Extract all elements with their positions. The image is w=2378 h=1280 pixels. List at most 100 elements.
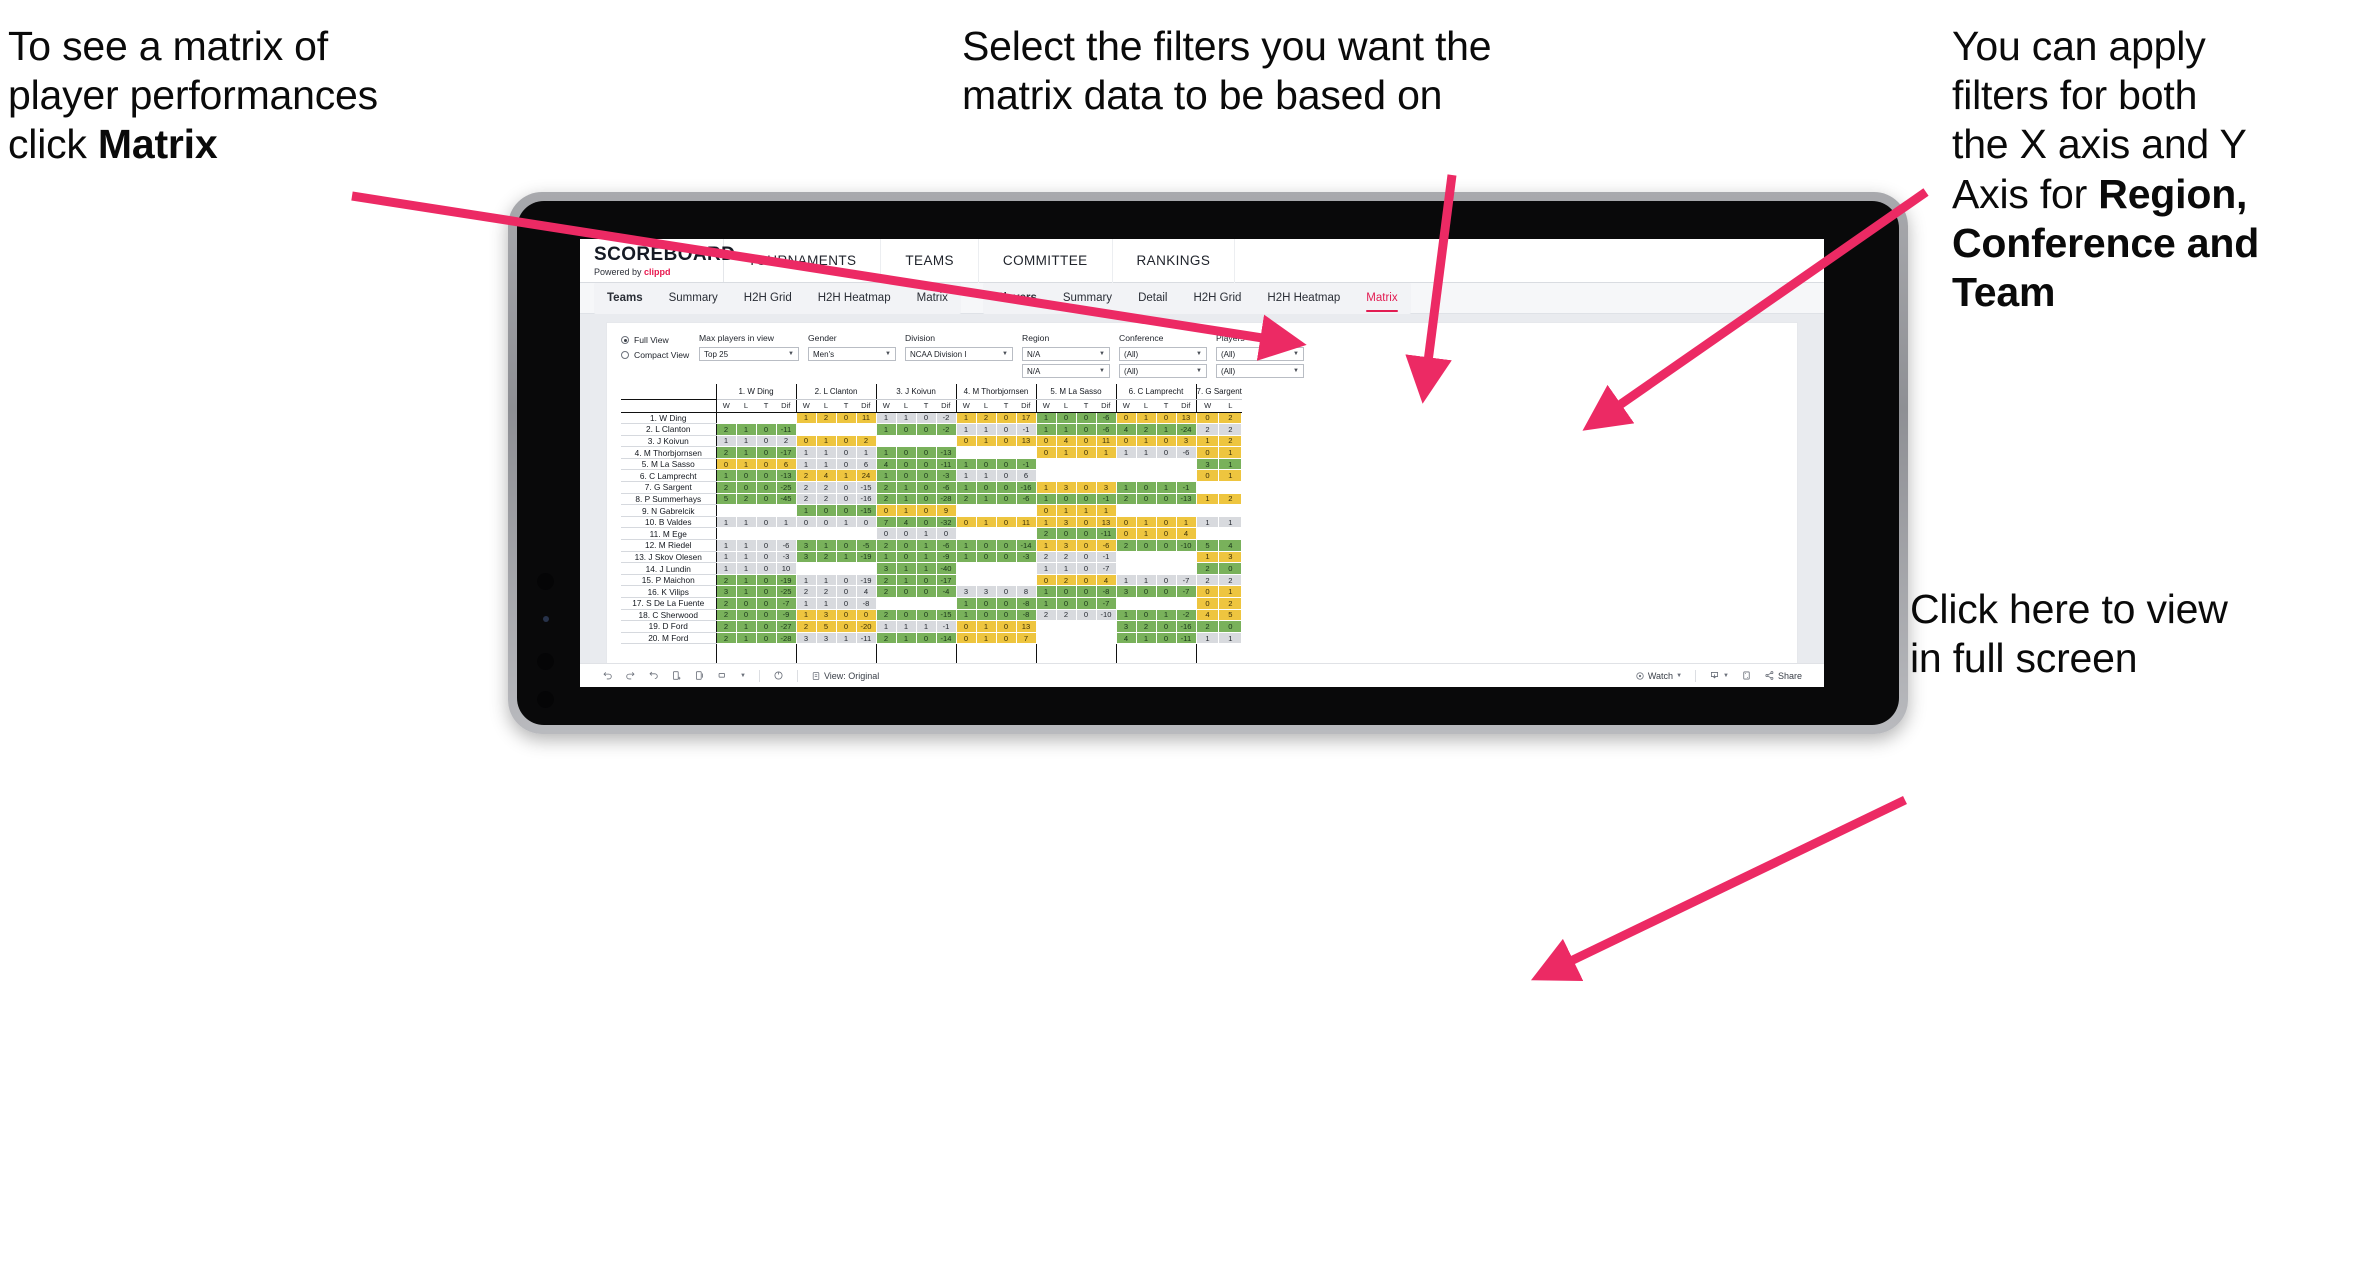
matrix-cell[interactable] (1115, 562, 1137, 575)
matrix-cell[interactable]: -7 (1095, 562, 1117, 575)
nav-teams[interactable]: TEAMS (881, 239, 979, 283)
matrix-cell[interactable] (1175, 562, 1197, 575)
matrix-cell[interactable]: 0 (995, 539, 1017, 552)
matrix-cell[interactable]: 1 (715, 515, 737, 529)
matrix-cell[interactable]: 0 (1035, 504, 1057, 517)
matrix-cell[interactable]: 0 (1155, 446, 1177, 459)
matrix-cell[interactable] (835, 527, 857, 541)
matrix-cell[interactable]: 1 (895, 481, 917, 494)
matrix-cell[interactable]: 0 (895, 423, 917, 436)
matrix-cell[interactable]: 1 (975, 631, 997, 645)
matrix-cell[interactable]: -14 (1015, 539, 1037, 552)
matrix-cell[interactable]: 1 (1155, 423, 1177, 436)
matrix-cell[interactable]: 0 (835, 504, 857, 517)
matrix-cell[interactable]: 1 (715, 550, 737, 564)
matrix-cell[interactable]: 0 (755, 423, 777, 436)
matrix-cell[interactable]: 11 (1095, 434, 1117, 448)
matrix-cell[interactable] (1175, 469, 1197, 483)
matrix-cell[interactable]: 1 (795, 597, 817, 610)
matrix-cell[interactable]: 0 (1075, 446, 1097, 459)
matrix-cell[interactable]: 1 (795, 457, 817, 471)
matrix-cell[interactable] (835, 562, 857, 575)
matrix-cell[interactable]: 1 (1135, 631, 1157, 645)
matrix-cell[interactable]: 1 (955, 411, 977, 425)
matrix-cell[interactable]: 0 (855, 608, 877, 622)
matrix-cell[interactable] (1075, 631, 1097, 645)
matrix-cell[interactable] (855, 527, 877, 541)
matrix-cell[interactable]: -11 (855, 631, 877, 645)
matrix-cell[interactable] (1035, 631, 1057, 645)
matrix-cell[interactable]: 0 (955, 515, 977, 529)
matrix-cell[interactable]: -5 (855, 539, 877, 552)
matrix-cell[interactable]: 0 (975, 539, 997, 552)
matrix-cell[interactable] (895, 434, 917, 448)
matrix-cell[interactable]: 17 (1015, 411, 1037, 425)
matrix-cell[interactable] (995, 573, 1017, 587)
matrix-cell[interactable]: 2 (1135, 620, 1157, 633)
matrix-cell[interactable]: 2 (795, 481, 817, 494)
matrix-cell[interactable]: 1 (735, 423, 757, 436)
matrix-cell[interactable]: 0 (1075, 597, 1097, 610)
matrix-cell[interactable]: 0 (1155, 620, 1177, 633)
matrix-cell[interactable]: 0 (995, 411, 1017, 425)
matrix-cell[interactable]: 4 (875, 457, 897, 471)
matrix-cell[interactable]: 0 (1135, 539, 1157, 552)
matrix-cell[interactable] (1035, 457, 1057, 471)
matrix-cell[interactable]: -24 (1175, 423, 1197, 436)
matrix-cell[interactable]: 0 (1075, 527, 1097, 541)
matrix-cell[interactable]: 1 (1035, 492, 1057, 506)
matrix-cell[interactable] (995, 527, 1017, 541)
matrix-cell[interactable] (975, 527, 997, 541)
matrix-cell[interactable]: 4 (1195, 608, 1220, 622)
matrix-cell[interactable]: 2 (1218, 434, 1243, 448)
tab-teams-h2h-grid[interactable]: H2H Grid (731, 283, 805, 314)
matrix-cell[interactable]: -11 (775, 423, 797, 436)
matrix-cell[interactable]: 0 (1218, 620, 1243, 633)
matrix-cell[interactable]: -6 (775, 539, 797, 552)
filter-conference-x-select[interactable]: (All) ▼ (1119, 347, 1207, 361)
matrix-cell[interactable]: 1 (1055, 423, 1077, 436)
matrix-cell[interactable] (955, 504, 977, 517)
matrix-cell[interactable] (935, 434, 957, 448)
matrix-cell[interactable] (715, 527, 737, 541)
matrix-cell[interactable]: 4 (1055, 434, 1077, 448)
matrix-cell[interactable]: 2 (795, 469, 817, 483)
matrix-cell[interactable]: -9 (775, 608, 797, 622)
matrix-cell[interactable]: 0 (995, 620, 1017, 633)
matrix-cell[interactable]: 1 (975, 423, 997, 436)
matrix-cell[interactable]: 2 (1195, 562, 1220, 575)
matrix-cell[interactable]: 2 (1055, 608, 1077, 622)
matrix-cell[interactable]: 2 (715, 597, 737, 610)
matrix-cell[interactable]: 1 (795, 608, 817, 622)
matrix-cell[interactable]: 4 (1115, 631, 1137, 645)
matrix-cell[interactable]: -13 (935, 446, 957, 459)
matrix-cell[interactable]: 1 (795, 411, 817, 425)
matrix-cell[interactable]: 1 (1055, 562, 1077, 575)
matrix-cell[interactable]: 0 (815, 504, 837, 517)
matrix-cell[interactable]: 0 (735, 608, 757, 622)
matrix-cell[interactable] (1195, 527, 1220, 541)
matrix-cell[interactable]: 1 (1035, 539, 1057, 552)
matrix-cell[interactable]: 2 (795, 620, 817, 633)
matrix-cell[interactable] (735, 411, 757, 425)
matrix-cell[interactable] (875, 434, 897, 448)
matrix-cell[interactable]: 0 (895, 457, 917, 471)
matrix-cell[interactable]: 1 (1035, 423, 1057, 436)
matrix-cell[interactable]: 0 (915, 504, 937, 517)
matrix-cell[interactable]: 0 (995, 469, 1017, 483)
matrix-cell[interactable] (1075, 469, 1097, 483)
matrix-cell[interactable]: -15 (855, 481, 877, 494)
matrix-cell[interactable] (1155, 562, 1177, 575)
matrix-cell[interactable]: 0 (835, 492, 857, 506)
matrix-cell[interactable]: 0 (895, 446, 917, 459)
matrix-cell[interactable]: 0 (755, 597, 777, 610)
matrix-cell[interactable] (975, 446, 997, 459)
matrix-cell[interactable]: 0 (1075, 562, 1097, 575)
matrix-cell[interactable]: 0 (1055, 492, 1077, 506)
matrix-cell[interactable]: 0 (1155, 573, 1177, 587)
matrix-cell[interactable]: 1 (1195, 515, 1220, 529)
matrix-cell[interactable]: -10 (1095, 608, 1117, 622)
matrix-cell[interactable] (715, 504, 737, 517)
matrix-cell[interactable]: 0 (1075, 434, 1097, 448)
matrix-cell[interactable]: 0 (915, 446, 937, 459)
